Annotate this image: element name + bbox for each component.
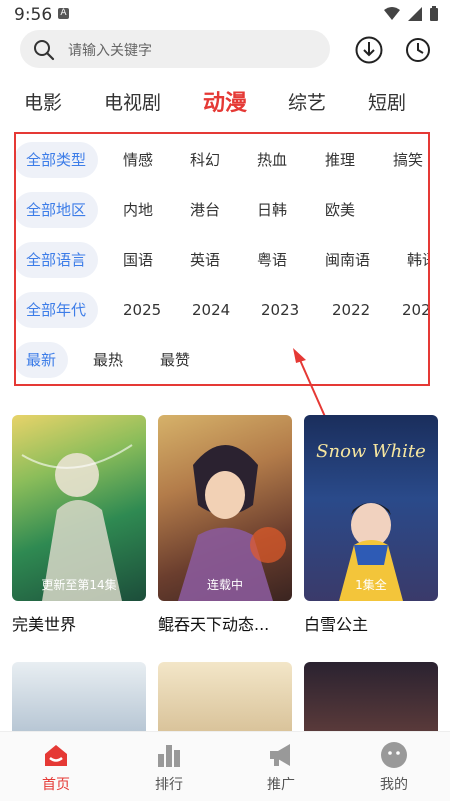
episode-badge: 连载中 xyxy=(206,578,243,592)
poster-image: 连载中 xyxy=(158,415,292,601)
category-tabs: 电影 电视剧 动漫 综艺 短剧 xyxy=(0,88,450,118)
filter-option[interactable]: 英语 xyxy=(190,242,220,278)
filter-option[interactable]: 情感 xyxy=(123,142,153,178)
signal-icon xyxy=(408,6,422,21)
filter-option[interactable]: 最热 xyxy=(93,342,123,378)
status-bar: 9:56 A xyxy=(0,0,450,30)
megaphone-icon xyxy=(270,744,290,766)
episode-badge: 1集全 xyxy=(355,578,387,592)
episode-badge: 更新至第14集 xyxy=(41,578,117,592)
filter-option[interactable]: 2025 xyxy=(123,292,161,328)
video-card-partial[interactable] xyxy=(158,662,292,732)
filter-row-year: 全部年代 2025 2024 2023 2022 2021 xyxy=(16,292,428,328)
video-card-partial[interactable] xyxy=(304,662,438,732)
video-card[interactable]: Snow White 1集全 白雪公主 xyxy=(304,415,438,635)
filter-chip-year[interactable]: 全部年代 xyxy=(16,292,99,328)
tab-short-drama[interactable]: 短剧 xyxy=(368,88,406,115)
nav-label: 首页 xyxy=(42,777,70,793)
filter-option[interactable]: 港台 xyxy=(190,192,220,228)
search-bar[interactable]: 请输入关键字 xyxy=(20,30,330,68)
system-icons xyxy=(384,6,438,21)
home-icon xyxy=(45,745,67,766)
filter-option[interactable]: 2021 xyxy=(402,292,428,328)
battery-icon xyxy=(430,6,438,21)
history-button[interactable] xyxy=(405,35,435,65)
filter-chip-language[interactable]: 全部语言 xyxy=(16,242,99,278)
filter-option[interactable]: 热血 xyxy=(257,142,287,178)
filter-option[interactable]: 内地 xyxy=(123,192,153,228)
clock-icon xyxy=(406,38,430,62)
poster-art xyxy=(178,445,286,601)
bottom-nav: 首页 排行 推广 我的 xyxy=(0,731,450,801)
filter-chip-sort[interactable]: 最新 xyxy=(16,342,69,378)
profile-icon xyxy=(381,742,407,768)
filter-chip-type[interactable]: 全部类型 xyxy=(16,142,99,178)
filter-option[interactable]: 闽南语 xyxy=(325,242,370,278)
filter-option[interactable]: 韩语 xyxy=(407,242,428,278)
tab-anime[interactable]: 动漫 xyxy=(203,85,247,117)
poster-art xyxy=(21,444,133,601)
video-card[interactable]: 连载中 鲲吞天下动态... xyxy=(158,415,292,635)
video-card-partial[interactable] xyxy=(12,662,146,732)
download-button[interactable] xyxy=(354,35,384,65)
filter-option[interactable]: 科幻 xyxy=(190,142,220,178)
nav-label: 我的 xyxy=(380,777,408,793)
nav-label: 推广 xyxy=(267,777,295,793)
filter-option[interactable]: 2022 xyxy=(332,292,370,328)
filter-option[interactable]: 粤语 xyxy=(257,242,287,278)
filter-option[interactable]: 欧美 xyxy=(325,192,355,228)
filter-option[interactable]: 国语 xyxy=(123,242,153,278)
search-icon xyxy=(34,40,55,61)
poster-image: 更新至第14集 xyxy=(12,415,146,601)
filter-chip-region[interactable]: 全部地区 xyxy=(16,192,99,228)
download-icon xyxy=(355,36,383,64)
filter-row-sort: 最新 最热 最赞 xyxy=(16,342,428,378)
status-time: 9:56 xyxy=(14,5,53,25)
tab-tv[interactable]: 电视剧 xyxy=(104,88,161,115)
tab-variety[interactable]: 综艺 xyxy=(288,88,326,115)
filter-row-type: 全部类型 情感 科幻 热血 推理 搞笑 xyxy=(16,142,428,178)
notification-icon: A xyxy=(58,8,69,19)
card-title: 完美世界 xyxy=(12,615,77,634)
card-title: 鲲吞天下动态... xyxy=(158,615,270,634)
filter-option[interactable]: 日韩 xyxy=(257,192,287,228)
filter-row-region: 全部地区 内地 港台 日韩 欧美 xyxy=(16,192,428,228)
nav-label: 排行 xyxy=(155,777,183,793)
filter-option[interactable]: 搞笑 xyxy=(393,142,423,178)
filter-option[interactable]: 最赞 xyxy=(160,342,190,378)
tab-movie[interactable]: 电影 xyxy=(24,88,62,115)
bar-chart-icon xyxy=(158,745,180,767)
filter-option[interactable]: 2023 xyxy=(261,292,299,328)
filter-panel: 全部类型 情感 科幻 热血 推理 搞笑 全部地区 内地 港台 日韩 欧美 全部语… xyxy=(14,132,430,386)
wifi-icon xyxy=(384,6,400,20)
poster-image: Snow White 1集全 xyxy=(304,415,438,601)
poster-title-text: Snow White xyxy=(316,441,426,462)
search-placeholder: 请输入关键字 xyxy=(68,43,152,59)
video-card[interactable]: 更新至第14集 完美世界 xyxy=(12,415,146,635)
filter-row-language: 全部语言 国语 英语 粤语 闽南语 韩语 xyxy=(16,242,428,278)
card-title: 白雪公主 xyxy=(304,615,369,634)
filter-option[interactable]: 推理 xyxy=(325,142,355,178)
filter-option[interactable]: 2024 xyxy=(192,292,230,328)
